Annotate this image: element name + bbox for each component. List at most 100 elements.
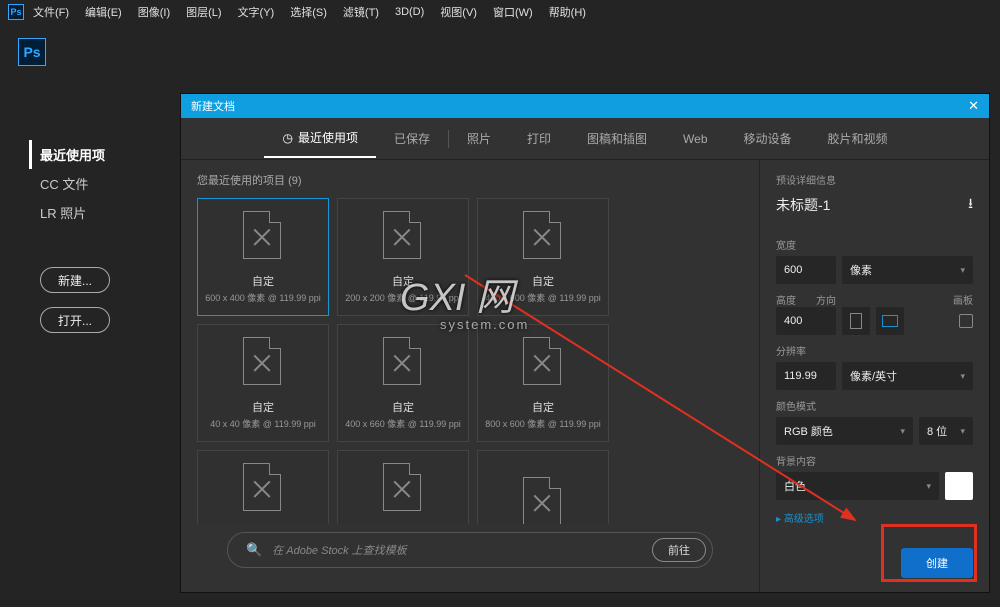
stock-search-bar[interactable]: 🔍 在 Adobe Stock 上查找模板 前往 xyxy=(227,532,713,568)
ps-logo-icon: Ps xyxy=(18,38,46,66)
home-nav-recent[interactable]: 最近使用项 xyxy=(29,140,180,169)
preset-card[interactable]: 自定800 x 600 像素 @ 119.99 ppi xyxy=(197,450,329,524)
width-label: 宽度 xyxy=(776,237,973,252)
chevron-down-icon: ▾ xyxy=(960,265,965,276)
home-nav-lrphotos[interactable]: LR 照片 xyxy=(40,198,180,227)
menu-select[interactable]: 选择(S) xyxy=(283,1,334,23)
preset-sub: 400 x 660 像素 @ 119.99 ppi xyxy=(345,417,461,430)
color-mode-select[interactable]: RGB 颜色▾ xyxy=(776,417,913,445)
width-input[interactable] xyxy=(776,256,836,284)
orientation-label: 方向 xyxy=(816,292,836,307)
orientation-portrait-button[interactable] xyxy=(842,307,870,335)
document-icon xyxy=(523,211,563,261)
advanced-label: 高级选项 xyxy=(784,514,824,525)
app-mini-icon: Ps xyxy=(8,4,24,20)
resolution-unit-select[interactable]: 像素/英寸 ▾ xyxy=(842,362,973,390)
stock-go-button[interactable]: 前往 xyxy=(652,538,706,562)
home-header: Ps xyxy=(0,24,1000,79)
document-icon xyxy=(383,337,423,387)
chevron-down-icon: ▾ xyxy=(960,426,965,437)
preset-sub: 800 x 600 像素 @ 119.99 ppi xyxy=(485,417,601,430)
preset-card[interactable]: 自定40 x 40 像素 @ 119.99 ppi xyxy=(197,324,329,442)
tab-print[interactable]: 打印 xyxy=(509,120,569,157)
recent-label-text: 您最近使用的项目 xyxy=(197,175,285,187)
detail-column: 预设详细信息 未标题-1 ⭳ 宽度 像素▾ 高度 方向 画板 xyxy=(759,160,989,592)
menu-3d[interactable]: 3D(D) xyxy=(388,3,431,21)
document-icon xyxy=(383,211,423,261)
menu-window[interactable]: 窗口(W) xyxy=(486,1,540,23)
portrait-icon xyxy=(850,313,862,329)
create-button[interactable]: 创建 xyxy=(901,548,973,578)
new-button[interactable]: 新建... xyxy=(40,267,110,293)
tab-film[interactable]: 胶片和视频 xyxy=(810,120,906,157)
clock-icon: ◷ xyxy=(282,131,292,145)
document-icon xyxy=(243,337,283,387)
menu-edit[interactable]: 编辑(E) xyxy=(78,1,129,23)
tab-web[interactable]: Web xyxy=(665,122,725,156)
preset-title: 自定 xyxy=(392,273,414,289)
color-depth-select[interactable]: 8 位▾ xyxy=(919,417,973,445)
width-unit-select[interactable]: 像素 ▾ xyxy=(842,256,973,284)
height-input[interactable] xyxy=(776,307,836,335)
tab-art[interactable]: 图稿和插图 xyxy=(569,120,665,157)
height-label: 高度 xyxy=(776,292,796,307)
orientation-landscape-button[interactable] xyxy=(876,307,904,335)
document-icon xyxy=(383,463,423,513)
preset-sub: 200 x 200 像素 @ 119.99 ppi xyxy=(345,291,461,304)
resolution-unit-label: 像素/英寸 xyxy=(850,368,897,384)
advanced-toggle[interactable]: ▸ 高级选项 xyxy=(776,510,973,525)
preset-card[interactable]: 自定600 x 600 像素 @ 119.99 ppi xyxy=(337,450,469,524)
preset-sub: 600 x 400 像素 @ 119.99 ppi xyxy=(205,291,321,304)
preset-card[interactable]: 自定 800 x 600 像素 @ 119.99 ppi xyxy=(477,324,609,442)
document-icon xyxy=(523,477,563,524)
resolution-label: 分辨率 xyxy=(776,343,973,358)
chevron-down-icon: ▾ xyxy=(960,371,965,382)
document-icon xyxy=(243,463,283,513)
resolution-input[interactable] xyxy=(776,362,836,390)
preset-column: 您最近使用的项目 (9) 自定 600 x 400 像素 @ 119.99 ppi… xyxy=(181,160,759,592)
search-icon: 🔍 xyxy=(246,542,262,558)
close-icon[interactable]: ✕ xyxy=(968,98,979,114)
menu-filter[interactable]: 滤镜(T) xyxy=(336,1,386,23)
menubar: Ps 文件(F) 编辑(E) 图像(I) 图层(L) 文字(Y) 选择(S) 滤… xyxy=(0,0,1000,24)
recent-items-label: 您最近使用的项目 (9) xyxy=(197,172,743,188)
stock-placeholder: 在 Adobe Stock 上查找模板 xyxy=(272,542,642,558)
preset-card[interactable]: 自定 200 x 200 像素 @ 119.99 ppi xyxy=(337,198,469,316)
tab-saved[interactable]: 已保存 xyxy=(376,120,448,157)
preset-card[interactable]: 自定400 x 600 像素 @ 119.99 ppi xyxy=(477,198,609,316)
chevron-down-icon: ▾ xyxy=(900,426,905,437)
menu-type[interactable]: 文字(Y) xyxy=(231,1,282,23)
tab-photo[interactable]: 照片 xyxy=(449,120,509,157)
color-mode-label: 颜色模式 xyxy=(776,398,973,413)
recent-count: (9) xyxy=(288,175,301,187)
dialog-tabs: ◷最近使用项 已保存 照片 打印 图稿和插图 Web 移动设备 胶片和视频 xyxy=(181,118,989,160)
home-nav-ccfiles[interactable]: CC 文件 xyxy=(40,169,180,198)
preset-title: 自定 xyxy=(532,399,554,415)
preset-card[interactable]: 自定 400 x 660 像素 @ 119.99 ppi xyxy=(337,324,469,442)
landscape-icon xyxy=(882,315,898,327)
background-select[interactable]: 白色 ▾ xyxy=(776,472,939,500)
preset-title: 自定 xyxy=(252,273,274,289)
background-value: 白色 xyxy=(784,478,806,494)
preset-title: 自定 xyxy=(532,273,554,289)
tab-mobile[interactable]: 移动设备 xyxy=(726,120,810,157)
preset-title: 自定 xyxy=(392,399,414,415)
menu-view[interactable]: 视图(V) xyxy=(433,1,484,23)
open-button[interactable]: 打开... xyxy=(40,307,110,333)
artboard-label: 画板 xyxy=(953,292,973,307)
menu-image[interactable]: 图像(I) xyxy=(131,1,177,23)
artboard-checkbox[interactable] xyxy=(959,314,973,328)
menu-layer[interactable]: 图层(L) xyxy=(179,1,228,23)
chevron-down-icon: ▾ xyxy=(926,481,931,492)
tab-recent[interactable]: ◷最近使用项 xyxy=(264,119,376,158)
menu-file[interactable]: 文件(F) xyxy=(26,1,76,23)
menu-help[interactable]: 帮助(H) xyxy=(542,1,593,23)
document-icon xyxy=(243,211,283,261)
preset-card[interactable] xyxy=(477,450,609,524)
background-swatch[interactable] xyxy=(945,472,973,500)
preset-title: 自定 xyxy=(252,399,274,415)
width-unit-label: 像素 xyxy=(850,262,872,278)
save-preset-icon[interactable]: ⭳ xyxy=(968,193,973,217)
preset-card[interactable]: 自定 600 x 400 像素 @ 119.99 ppi xyxy=(197,198,329,316)
dialog-title: 新建文档 xyxy=(191,98,235,114)
